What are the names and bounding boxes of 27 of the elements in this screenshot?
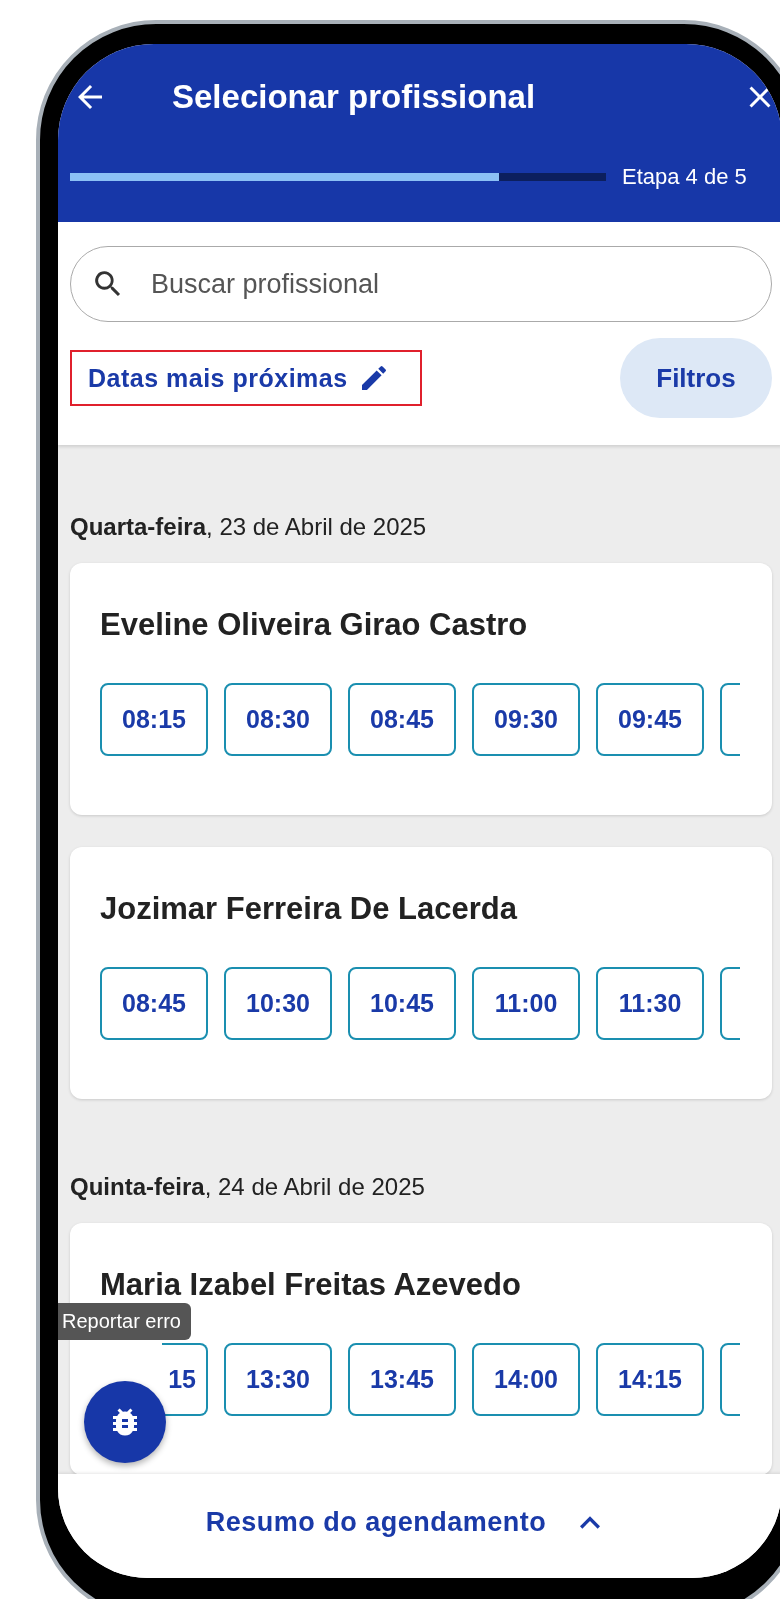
- summary-toggle[interactable]: Resumo do agendamento: [199, 1505, 553, 1539]
- time-slot[interactable]: 08:45: [100, 967, 208, 1040]
- time-slot[interactable]: 13:30: [224, 1343, 332, 1416]
- sort-link[interactable]: Datas mais próximas: [70, 350, 422, 406]
- time-slot[interactable]: 13:45: [348, 1343, 456, 1416]
- screen-title: Selecionar profissional: [172, 78, 537, 116]
- time-slot[interactable]: 14:00: [472, 1343, 580, 1416]
- time-slot[interactable]: 09:30: [472, 683, 580, 756]
- professional-name: Jozimar Ferreira De Lacerda: [100, 891, 519, 927]
- filters-button[interactable]: Filtros: [620, 338, 772, 418]
- time-slot[interactable]: 14:15: [596, 1343, 704, 1416]
- search-input[interactable]: Buscar profissional: [149, 267, 713, 301]
- professional-name: Eveline Oliveira Girao Castro: [100, 607, 529, 643]
- time-slot[interactable]: 08:30: [224, 683, 332, 756]
- time-slot[interactable]: 09:45: [596, 683, 704, 756]
- date-heading: Quarta-feira, 23 de Abril de 2025: [70, 513, 428, 541]
- professional-name: Maria Izabel Freitas Azevedo: [100, 1267, 522, 1303]
- time-slot[interactable]: 10:30: [224, 967, 332, 1040]
- time-slot[interactable]: 15: [162, 1343, 208, 1416]
- time-slot[interactable]: 11:00: [472, 967, 580, 1040]
- time-slot[interactable]: 11:30: [596, 967, 704, 1040]
- time-slot[interactable]: 10:45: [348, 967, 456, 1040]
- time-slot[interactable]: 08:15: [100, 683, 208, 756]
- tooltip: Reportar erro: [58, 1303, 191, 1340]
- time-slot[interactable]: 08:45: [348, 683, 456, 756]
- step-label: Etapa 4 de 5: [622, 164, 747, 190]
- date-heading: Quinta-feira, 24 de Abril de 2025: [70, 1173, 426, 1201]
